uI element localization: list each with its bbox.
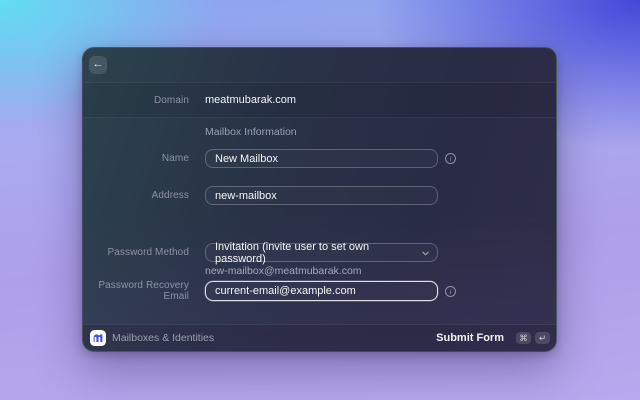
info-icon[interactable]: i	[445, 285, 456, 297]
app-logo-icon	[90, 330, 106, 346]
address-label: Address	[151, 190, 189, 201]
name-input[interactable]	[205, 149, 438, 168]
domain-label: Domain	[153, 94, 189, 106]
back-arrow-icon: ←	[92, 58, 104, 70]
address-input[interactable]	[205, 186, 438, 205]
password-recovery-input[interactable]	[205, 281, 438, 301]
back-button[interactable]: ←	[89, 56, 107, 74]
domain-row: Domain meatmubarak.com	[83, 82, 556, 118]
window-footer: Mailboxes & Identities Submit Form ⌘ ↵	[83, 324, 556, 351]
name-label: Name	[161, 153, 189, 164]
password-method-dropdown[interactable]: Invitation (invite user to set own passw…	[205, 240, 438, 265]
address-preview: new-mailbox@meatmubarak.com	[205, 265, 362, 277]
password-recovery-label: Password Recovery Email	[98, 280, 189, 302]
password-method-row: Password Method Invitation (invite user …	[83, 240, 556, 265]
password-method-label: Password Method	[107, 247, 189, 258]
password-method-value: Invitation (invite user to set own passw…	[215, 240, 370, 265]
submit-form-button[interactable]: Submit Form	[436, 332, 504, 344]
name-field-row: Name i	[83, 149, 556, 168]
app-name: Mailboxes & Identities	[112, 332, 215, 344]
password-recovery-row: Password Recovery Email i	[83, 280, 556, 302]
section-title: Mailbox Information	[205, 126, 297, 138]
window-header: ←	[83, 48, 556, 82]
address-field-row: Address	[83, 186, 556, 205]
info-icon[interactable]: i	[445, 153, 456, 164]
form-window: ← Domain meatmubarak.com Mailbox Informa…	[82, 47, 557, 352]
enter-key-icon: ↵	[535, 332, 550, 344]
command-key-icon: ⌘	[516, 332, 531, 344]
domain-value: meatmubarak.com	[205, 94, 297, 106]
chevron-down-icon	[422, 251, 429, 255]
